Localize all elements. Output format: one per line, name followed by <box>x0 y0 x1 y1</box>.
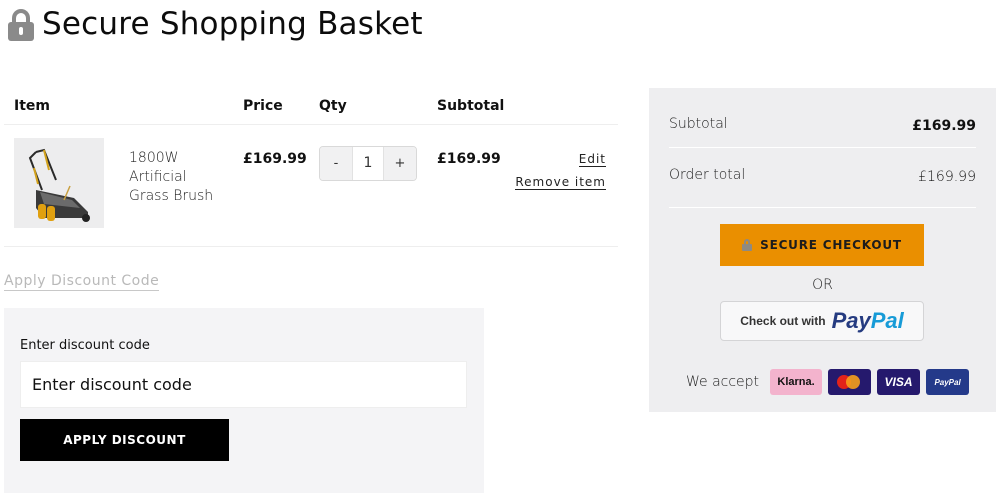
summary-subtotal-value: £169.99 <box>912 118 976 134</box>
qty-increment-button[interactable]: + <box>384 147 416 180</box>
visa-icon: VISA <box>877 369 921 395</box>
row-actions: Edit Remove item <box>515 152 606 190</box>
klarna-icon: Klarna. <box>770 369 823 395</box>
summary-subtotal-label: Subtotal <box>669 116 728 132</box>
basket-table-header: Item Price Qty Subtotal <box>4 90 618 125</box>
column-item: Item <box>14 98 50 114</box>
summary-order-total-row: Order total £169.99 <box>669 148 976 208</box>
column-subtotal: Subtotal <box>437 98 505 114</box>
edit-link[interactable]: Edit <box>578 152 606 167</box>
product-image[interactable] <box>14 138 104 228</box>
paypal-logo: PayPal <box>831 308 904 333</box>
apply-discount-toggle[interactable]: Apply Discount Code <box>4 273 160 291</box>
page-title: Secure Shopping Basket <box>42 6 423 42</box>
we-accept-label: We accept <box>686 374 760 390</box>
discount-field-label: Enter discount code <box>20 338 150 353</box>
column-qty: Qty <box>319 98 347 114</box>
apply-discount-button[interactable]: APPLY DISCOUNT <box>20 419 229 461</box>
lock-icon <box>8 9 34 41</box>
summary-subtotal-row: Subtotal £169.99 <box>669 88 976 148</box>
lock-icon <box>742 239 753 251</box>
quantity-stepper[interactable]: - 1 + <box>319 146 417 181</box>
basket-row: 1800W Artificial Grass Brush £169.99 - 1… <box>4 125 618 247</box>
paypal-card-icon: PayPal <box>926 369 970 395</box>
column-price: Price <box>243 98 283 114</box>
order-total-label: Order total <box>669 167 746 183</box>
product-price: £169.99 <box>243 151 307 167</box>
secure-checkout-button[interactable]: SECURE CHECKOUT <box>720 224 924 266</box>
line-subtotal: £169.99 <box>437 151 501 167</box>
maestro-icon <box>828 369 872 395</box>
paypal-checkout-button[interactable]: Check out with PayPal <box>720 301 924 341</box>
remove-item-link[interactable]: Remove item <box>515 175 606 190</box>
page-header: Secure Shopping Basket <box>8 2 423 46</box>
qty-input[interactable]: 1 <box>352 147 384 180</box>
accepted-payments: We accept Klarna. VISA PayPal <box>686 369 975 395</box>
lawn-scarifier-icon <box>28 148 90 222</box>
discount-code-input[interactable] <box>20 361 467 408</box>
order-total-value: £169.99 <box>918 169 976 185</box>
product-name[interactable]: 1800W Artificial Grass Brush <box>129 149 229 206</box>
discount-panel: Enter discount code APPLY DISCOUNT <box>4 308 484 493</box>
order-summary: Subtotal £169.99 Order total £169.99 SEC… <box>649 88 996 412</box>
secure-checkout-label: SECURE CHECKOUT <box>760 238 902 252</box>
paypal-prefix: Check out with <box>740 314 826 328</box>
qty-decrement-button[interactable]: - <box>320 147 352 180</box>
or-separator: OR <box>812 277 833 293</box>
